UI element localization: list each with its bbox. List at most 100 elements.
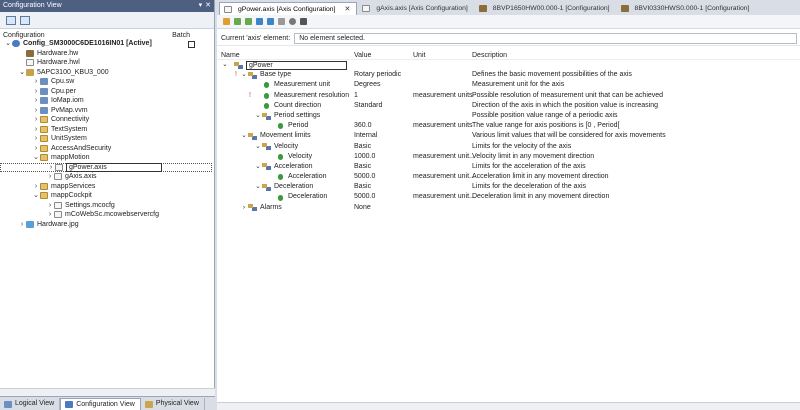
collapsed-arrow-icon[interactable]: › bbox=[46, 172, 54, 182]
tree-item[interactable]: ⌄ Config_SM3000C6DE1016IN01 [Active] bbox=[0, 39, 214, 49]
collapsed-arrow-icon[interactable]: › bbox=[32, 115, 40, 125]
collapsed-arrow-icon[interactable]: › bbox=[46, 201, 54, 211]
parameter-value[interactable]: Basic bbox=[354, 182, 413, 192]
parameter-value[interactable]: 1000.0 bbox=[354, 152, 413, 162]
tree-item[interactable]: › Settings.mcocfg bbox=[0, 201, 214, 211]
parameter-row[interactable]: Period 360.0 measurement units The value ra… bbox=[217, 121, 800, 131]
expanded-arrow-icon[interactable]: ⌄ bbox=[254, 182, 262, 192]
expanded-arrow-icon[interactable]: ⌄ bbox=[4, 39, 12, 49]
parameter-value[interactable]: 360.0 bbox=[354, 121, 413, 131]
sort-icon[interactable] bbox=[278, 18, 285, 25]
tree-item[interactable]: › IoMap.iom bbox=[0, 96, 214, 106]
expanded-arrow-icon[interactable]: ⌄ bbox=[254, 111, 262, 121]
parameter-name[interactable]: gPower bbox=[246, 60, 347, 70]
open-icon[interactable] bbox=[223, 18, 230, 25]
expanded-arrow-icon[interactable]: ⌄ bbox=[254, 142, 262, 152]
tree-item[interactable]: › gPower.axis bbox=[0, 162, 212, 173]
parameter-row[interactable]: Deceleration 5000.0 measurement unit... Dec… bbox=[217, 192, 800, 202]
parameter-value[interactable]: Basic bbox=[354, 162, 413, 172]
tree-item[interactable]: › Cpu.per bbox=[0, 87, 214, 97]
expanded-arrow-icon[interactable]: ⌄ bbox=[221, 60, 229, 70]
collapsed-arrow-icon[interactable]: › bbox=[32, 87, 40, 97]
parameter-row[interactable]: ⌄ Deceleration Basic Limits for the deceler… bbox=[217, 182, 800, 192]
parameter-value[interactable]: Internal bbox=[354, 131, 413, 141]
tree-item[interactable]: › AccessAndSecurity bbox=[0, 144, 214, 154]
parameter-row[interactable]: Count direction Standard Direction of the … bbox=[217, 101, 800, 111]
collapsed-arrow-icon[interactable]: › bbox=[32, 182, 40, 192]
expand-icon[interactable] bbox=[256, 18, 263, 25]
parameter-row[interactable]: ⌄ gPower bbox=[217, 60, 800, 70]
view-tab[interactable]: Physical View bbox=[141, 398, 205, 410]
parameter-value[interactable]: Basic bbox=[354, 142, 413, 152]
expanded-arrow-icon[interactable]: ⌄ bbox=[32, 153, 40, 163]
tree-item[interactable]: ⌄ mappMotion bbox=[0, 153, 214, 163]
move-down-icon[interactable] bbox=[245, 18, 252, 25]
column-header-unit[interactable]: Unit bbox=[413, 51, 472, 59]
tree-item[interactable]: › gAxis.axis bbox=[0, 172, 214, 182]
parameter-row[interactable]: ! Measurement resolution 1 measurement unit… bbox=[217, 91, 800, 101]
settings-icon[interactable] bbox=[289, 18, 296, 25]
tree-item[interactable]: › Cpu.sw bbox=[0, 77, 214, 87]
document-tab[interactable]: gAxis.axis [Axis Configuration] bbox=[358, 2, 473, 15]
properties-icon[interactable] bbox=[6, 15, 16, 25]
collapsed-arrow-icon[interactable]: › bbox=[32, 125, 40, 135]
view-tab[interactable]: Configuration View bbox=[60, 398, 141, 410]
close-tab-icon[interactable]: ✕ bbox=[344, 3, 350, 16]
parameter-value[interactable]: 1 bbox=[354, 91, 413, 101]
tree-item[interactable]: › UnitSystem bbox=[0, 134, 214, 144]
current-element-field[interactable]: No element selected. bbox=[294, 33, 798, 44]
document-tab[interactable]: 8BVI0330HWS0.000-1 [Configuration] bbox=[617, 2, 756, 15]
collapsed-arrow-icon[interactable]: › bbox=[32, 134, 40, 144]
expanded-arrow-icon[interactable]: ⌄ bbox=[32, 191, 40, 201]
parameter-value[interactable] bbox=[354, 60, 413, 70]
collapsed-arrow-icon[interactable]: › bbox=[32, 96, 40, 106]
expanded-arrow-icon[interactable]: ⌄ bbox=[240, 70, 248, 80]
parameter-row[interactable]: ! ⌄ Base type Rotary periodic Defines the ba… bbox=[217, 70, 800, 80]
horizontal-scrollbar[interactable] bbox=[0, 388, 215, 396]
parameter-row[interactable]: Acceleration 5000.0 measurement unit... Acc… bbox=[217, 172, 800, 182]
column-header-value[interactable]: Value bbox=[354, 51, 413, 59]
parameter-value[interactable]: 5000.0 bbox=[354, 192, 413, 202]
expanded-arrow-icon[interactable]: ⌄ bbox=[18, 68, 26, 78]
collapsed-arrow-icon[interactable]: › bbox=[32, 106, 40, 116]
pin-icon[interactable]: ▾ bbox=[199, 0, 203, 12]
document-tab[interactable]: 8BVP1650HW00.000-1 [Configuration] bbox=[475, 2, 616, 15]
parameter-value[interactable] bbox=[354, 111, 413, 121]
parameter-value[interactable]: Rotary periodic bbox=[354, 70, 413, 80]
parameter-value[interactable]: Standard bbox=[354, 101, 413, 111]
tree-item[interactable]: ⌄ mappCockpit bbox=[0, 191, 214, 201]
parameter-value[interactable]: Degrees bbox=[354, 80, 413, 90]
collapsed-arrow-icon[interactable]: › bbox=[18, 220, 26, 230]
collapsed-arrow-icon[interactable]: › bbox=[46, 210, 54, 220]
tree-item[interactable]: Hardware.hw bbox=[0, 49, 214, 59]
column-header-description[interactable]: Description bbox=[472, 51, 800, 59]
tree-item[interactable]: ⌄ 5APC3100_KBU3_000 bbox=[0, 68, 214, 78]
collapsed-arrow-icon[interactable]: › bbox=[32, 144, 40, 154]
parameter-row[interactable]: ⌄ Period settings Possible position value … bbox=[217, 111, 800, 121]
document-tab[interactable]: gPower.axis [Axis Configuration] ✕ bbox=[219, 2, 358, 16]
tree-item[interactable]: › TextSystem bbox=[0, 125, 214, 135]
tree-item[interactable]: › mCoWebSc.mcowebservercfg bbox=[0, 210, 214, 220]
collapse-icon[interactable] bbox=[267, 18, 274, 25]
tree-item[interactable]: › Connectivity bbox=[0, 115, 214, 125]
column-header-name[interactable]: Name bbox=[217, 51, 354, 59]
link-icon[interactable] bbox=[300, 18, 307, 25]
parameter-row[interactable]: ⌄ Acceleration Basic Limits for the acceler… bbox=[217, 162, 800, 172]
expanded-arrow-icon[interactable]: ⌄ bbox=[240, 131, 248, 141]
parameter-row[interactable]: › Alarms None bbox=[217, 203, 800, 213]
close-icon[interactable]: ✕ bbox=[205, 0, 211, 12]
collapsed-arrow-icon[interactable]: › bbox=[32, 77, 40, 87]
view-tab[interactable]: Logical View bbox=[0, 398, 61, 410]
tree-item[interactable]: Hardware.hwl bbox=[0, 58, 214, 68]
collapsed-arrow-icon[interactable]: › bbox=[47, 163, 55, 173]
grid-icon[interactable] bbox=[20, 15, 30, 25]
parameter-row[interactable]: ⌄ Movement limits Internal Various limit va… bbox=[217, 131, 800, 141]
parameter-value[interactable]: 5000.0 bbox=[354, 172, 413, 182]
parameter-row[interactable]: Velocity 1000.0 measurement unit... Velocit… bbox=[217, 152, 800, 162]
tree-item[interactable]: › Hardware.jpg bbox=[0, 220, 214, 230]
move-up-icon[interactable] bbox=[234, 18, 241, 25]
parameter-value[interactable]: None bbox=[354, 203, 413, 213]
parameter-row[interactable]: ⌄ Velocity Basic Limits for the velocity of… bbox=[217, 142, 800, 152]
editor-horizontal-scrollbar[interactable] bbox=[217, 402, 800, 410]
expanded-arrow-icon[interactable]: ⌄ bbox=[254, 162, 262, 172]
